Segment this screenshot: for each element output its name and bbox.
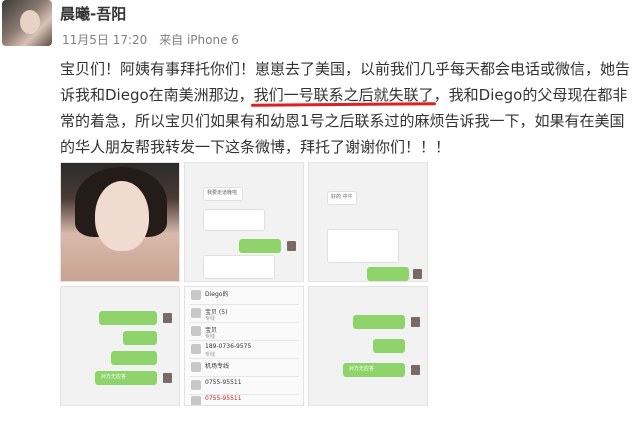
photo-thumbnail-chat-2[interactable]: 好的 中午 <box>308 162 428 282</box>
contact-row: 189-0736-9575 专线 <box>189 341 299 359</box>
contact-row: 宝贝 专线 <box>189 323 299 341</box>
avatar-face <box>20 10 40 34</box>
chat-bubble <box>327 229 399 263</box>
contact-title: Diego的 <box>205 291 229 298</box>
photo-thumbnail-chat-1[interactable]: 我要走道晚啦 <box>184 162 304 282</box>
chat-avatar <box>163 373 172 383</box>
chat-avatar <box>411 317 420 327</box>
post-meta: 11月5日 17:20 来自 iPhone 6 <box>62 31 239 48</box>
post-text: 宝贝们！阿姨有事拜托你们！崽崽去了美国，以前我们几乎每天都会电话或微信，她告诉我… <box>60 56 632 160</box>
chat-text: 我要走道晚啦 <box>207 190 238 196</box>
photo-thumbnail-selfie[interactable] <box>60 162 180 282</box>
contact-subtitle: 专线 <box>205 316 216 322</box>
chat-text: 好的 中午 <box>331 194 353 200</box>
chat-avatar <box>413 269 422 279</box>
contact-icon <box>191 396 201 405</box>
contact-title: 189-0736-9575 <box>205 343 252 350</box>
chat-bubble <box>203 209 265 231</box>
chat-avatar <box>163 313 172 323</box>
chat-avatar <box>287 241 296 251</box>
chat-bubble <box>99 311 157 325</box>
contact-icon <box>191 326 201 336</box>
contact-icon <box>191 290 201 300</box>
chat-bubble <box>353 315 405 329</box>
chat-text: 对方无应答 <box>349 366 375 372</box>
contact-row: 0755-95511 <box>189 393 299 405</box>
chat-bubble <box>367 267 409 281</box>
post-date[interactable]: 11月5日 <box>62 33 109 47</box>
chat-bubble <box>111 351 157 365</box>
contact-row: 机场专线 <box>189 359 299 377</box>
photo-face <box>95 181 149 251</box>
post-source[interactable]: 来自 iPhone 6 <box>159 33 239 47</box>
contact-row: Diego的 <box>189 287 299 305</box>
chat-avatar <box>411 365 420 375</box>
username-link[interactable]: 晨曦-吾阳 <box>60 3 126 24</box>
contact-icon <box>191 362 201 372</box>
post-text-highlight: 我们一号联系之后就失联了 <box>253 86 434 104</box>
contact-row: 宝贝 (5) 专线 <box>189 305 299 323</box>
contact-title: 机场专线 <box>205 363 230 370</box>
contact-title: 0755-95511 <box>205 379 242 386</box>
chat-bubble <box>123 331 157 345</box>
chat-bubble <box>373 339 405 353</box>
chat-bubble <box>239 239 281 253</box>
contact-icon <box>191 344 201 354</box>
contact-subtitle: 专线 <box>205 334 216 340</box>
user-avatar[interactable] <box>2 0 52 46</box>
contact-title: 0755-95511 <box>205 395 242 402</box>
chat-bubble <box>203 255 275 279</box>
contact-icon <box>191 308 201 318</box>
contact-subtitle: 专线 <box>205 352 216 358</box>
chat-text: 对方无应答 <box>101 374 127 380</box>
photo-thumbnail-chat-4[interactable]: 对方无应答 <box>308 286 428 406</box>
photo-thumbnail-contacts[interactable]: Diego的 宝贝 (5) 专线 宝贝 专线 189-0736-9575 专线 机场专… <box>184 286 304 406</box>
post-time[interactable]: 17:20 <box>113 33 148 47</box>
contact-icon <box>191 380 201 390</box>
photo-thumbnail-chat-3[interactable]: 对方无应答 <box>60 286 180 406</box>
